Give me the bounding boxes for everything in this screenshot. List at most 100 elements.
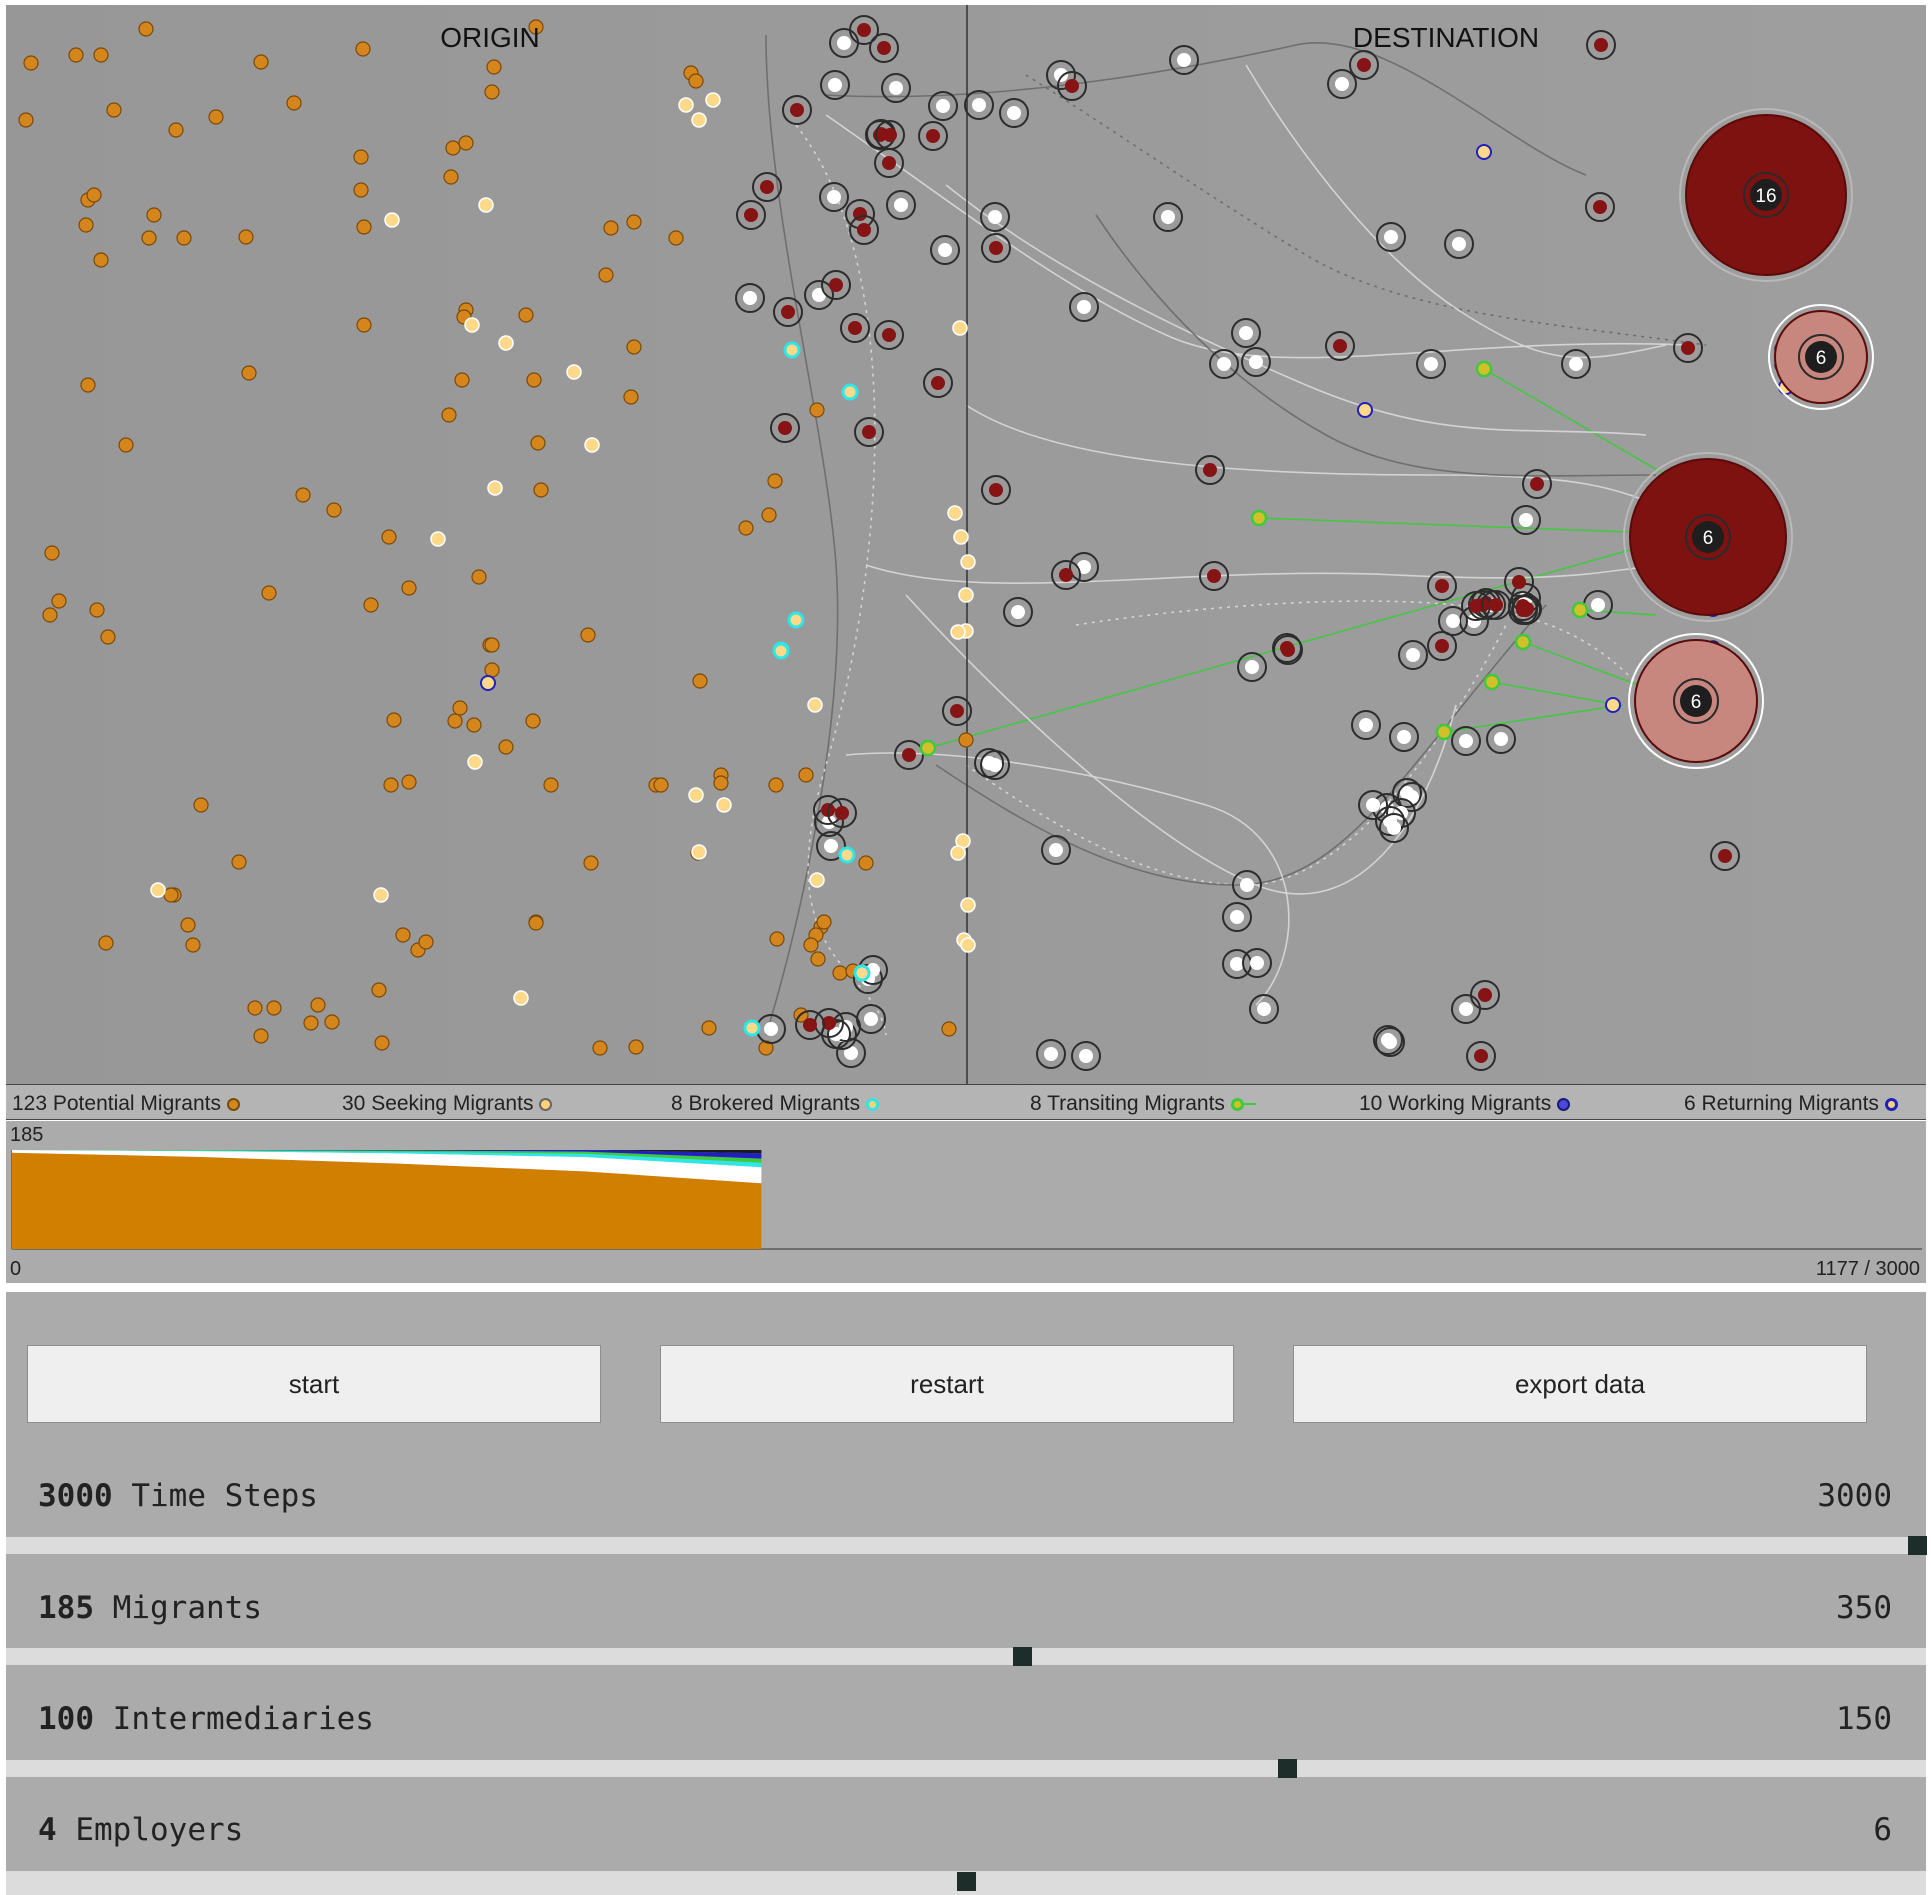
intermediary-red-dot (790, 103, 804, 117)
intermediary-red-dot (857, 23, 871, 37)
transiting-migrant (1514, 633, 1532, 651)
potential-migrant (668, 230, 684, 246)
potential-migrant (176, 230, 192, 246)
transiting-migrant (919, 739, 937, 757)
potential-migrant (303, 1015, 319, 1031)
potential-migrant (598, 267, 614, 283)
destination-label: DESTINATION (1353, 22, 1539, 53)
potential-migrant (466, 717, 482, 733)
potential-migrant (592, 1040, 608, 1056)
potential-migrant (141, 230, 157, 246)
param-intermediaries-text: 100 Intermediaries (38, 1701, 374, 1737)
potential-migrant (628, 1039, 644, 1055)
migrants-name: Migrants (112, 1590, 262, 1626)
start-button[interactable]: start (27, 1345, 601, 1423)
potential-migrant (266, 1000, 282, 1016)
seeking-migrant (584, 437, 600, 453)
seeking-migrant (950, 624, 966, 640)
seeking-migrant (688, 787, 704, 803)
potential-migrant (526, 372, 542, 388)
potential-migrant (93, 252, 109, 268)
migrants-slider[interactable] (6, 1647, 1926, 1666)
intermediary-white-dot (936, 99, 950, 113)
intermediary-white-dot (988, 210, 1002, 224)
potential-migrant (525, 713, 541, 729)
intermediary-white-dot (1217, 357, 1231, 371)
intermediary-red-dot (1280, 641, 1294, 655)
potential-migrant (484, 662, 500, 678)
intermediary-white-dot (1249, 355, 1263, 369)
intermediary-white-dot (1239, 326, 1253, 340)
seeking-migrant (705, 92, 721, 108)
export-data-button[interactable]: export data (1293, 1345, 1867, 1423)
legend-brokered-label: 8 Brokered Migrants (671, 1092, 861, 1115)
intermediary-white-dot (1406, 648, 1420, 662)
time-steps-slider-thumb[interactable] (1908, 1536, 1927, 1555)
migrants-slider-thumb[interactable] (1012, 1647, 1032, 1666)
potential-migrant (286, 95, 302, 111)
potential-migrant (163, 887, 179, 903)
legend-working: 10 Working Migrants (1359, 1092, 1571, 1116)
potential-migrant (208, 109, 224, 125)
potential-migrant (383, 777, 399, 793)
seeking-migrant (566, 364, 582, 380)
seeking-migrant (478, 197, 494, 213)
intermediary-white-dot (1424, 357, 1438, 371)
potential-migrant (858, 855, 874, 871)
intermediary-red-dot (1203, 463, 1217, 477)
intermediary-red-dot (760, 180, 774, 194)
intermediary-white-dot (1049, 843, 1063, 857)
potential-migrant (253, 54, 269, 70)
intermediary-white-dot (1591, 598, 1605, 612)
intermediary-red-dot (1059, 568, 1073, 582)
potential-migrant (261, 585, 277, 601)
employers-slider[interactable] (6, 1871, 1926, 1895)
potential-migrant (247, 1000, 263, 1016)
migrants-max: 350 (1836, 1590, 1892, 1626)
potential-migrant (484, 637, 500, 653)
chart-progress-label: 1177 / 3000 (1815, 1258, 1920, 1280)
legend-brokered: 8 Brokered Migrants (671, 1092, 880, 1116)
intermediary-red-dot (1718, 849, 1732, 863)
intermediaries-slider[interactable] (6, 1759, 1926, 1778)
intermediary-red-dot (1065, 79, 1079, 93)
potential-migrant (44, 545, 60, 561)
potential-migrant (23, 55, 39, 71)
potential-migrant (443, 169, 459, 185)
intermediary-white-dot (743, 291, 757, 305)
potential-migrant (18, 112, 34, 128)
seeking-migrant (498, 335, 514, 351)
time-steps-slider[interactable] (6, 1536, 1927, 1555)
potential-migrant (146, 207, 162, 223)
potential-migrant (458, 135, 474, 151)
employers-slider-thumb[interactable] (957, 1872, 976, 1891)
transiting-migrant (1483, 673, 1501, 691)
intermediary-red-dot (1207, 569, 1221, 583)
simulation-canvas: 16 6 6 6 ORIGIN DESTINATION (6, 5, 1926, 1084)
intermediary-red-dot (857, 223, 871, 237)
potential-migrant (958, 732, 974, 748)
transiting-migrant (1250, 509, 1268, 527)
restart-button[interactable]: restart (660, 1345, 1234, 1423)
intermediary-white-dot (1230, 957, 1244, 971)
potential-migrant (809, 402, 825, 418)
intermediary-white-dot (1230, 910, 1244, 924)
returning-migrant (1476, 144, 1492, 160)
intermediaries-slider-thumb[interactable] (1277, 1759, 1297, 1778)
param-employers-text: 4 Employers (38, 1812, 243, 1848)
seeking-migrant (960, 897, 976, 913)
legend-returning: 6 Returning Migrants (1684, 1092, 1898, 1116)
potential-migrant (626, 339, 642, 355)
legend-potential: 123 Potential Migrants (12, 1092, 240, 1116)
potential-migrant (769, 931, 785, 947)
intermediary-red-dot (862, 425, 876, 439)
potential-migrant (356, 219, 372, 235)
intermediary-white-dot (864, 1012, 878, 1026)
potential-migrant (653, 777, 669, 793)
intermediary-white-dot (1044, 1047, 1058, 1061)
intermediary-white-dot (1459, 1002, 1473, 1016)
potential-migrant (106, 102, 122, 118)
potential-migrant (68, 47, 84, 63)
intermediary-white-dot (1240, 878, 1254, 892)
potential-migrant (381, 529, 397, 545)
